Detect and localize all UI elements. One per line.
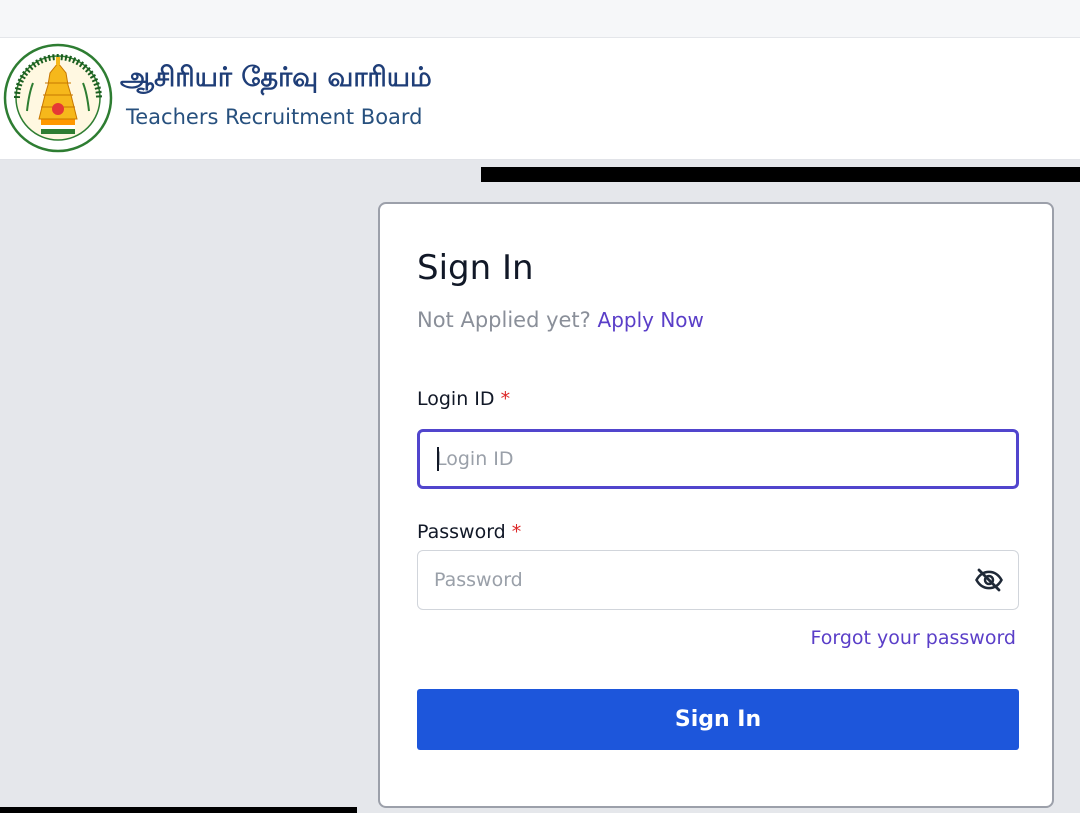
forgot-password-link[interactable]: Forgot your password: [811, 627, 1017, 649]
login-id-label-text: Login ID: [417, 388, 495, 410]
brand-title-english: Teachers Recruitment Board: [126, 105, 423, 129]
signin-card: Sign In Not Applied yet? Apply Now Login…: [378, 202, 1054, 808]
redaction-bar: [0, 807, 357, 813]
login-id-label: Login ID *: [417, 388, 510, 410]
browser-top-strip: [0, 0, 1080, 38]
required-marker: *: [500, 388, 511, 410]
redaction-bar: [481, 167, 1080, 182]
not-applied-row: Not Applied yet? Apply Now: [417, 308, 704, 332]
password-input[interactable]: [418, 551, 1018, 609]
password-label: Password *: [417, 521, 521, 543]
sign-in-button[interactable]: Sign In: [417, 689, 1019, 750]
password-field-wrapper: [417, 550, 1019, 610]
eye-off-icon[interactable]: [974, 565, 1004, 595]
not-applied-text: Not Applied yet?: [417, 308, 591, 332]
tamil-nadu-emblem-icon: [3, 43, 113, 153]
login-id-input[interactable]: [420, 432, 1016, 486]
brand-title-tamil: ஆசிரியர் தேர்வு வாரியம்: [120, 62, 432, 93]
required-marker: *: [511, 521, 522, 543]
apply-now-link[interactable]: Apply Now: [598, 308, 704, 332]
signin-title: Sign In: [417, 248, 534, 288]
password-label-text: Password: [417, 521, 506, 543]
site-header: ஆசிரியர் தேர்வு வாரியம் Teachers Recruit…: [0, 38, 1080, 160]
login-id-field-wrapper: [417, 429, 1019, 489]
text-caret: [437, 447, 439, 471]
